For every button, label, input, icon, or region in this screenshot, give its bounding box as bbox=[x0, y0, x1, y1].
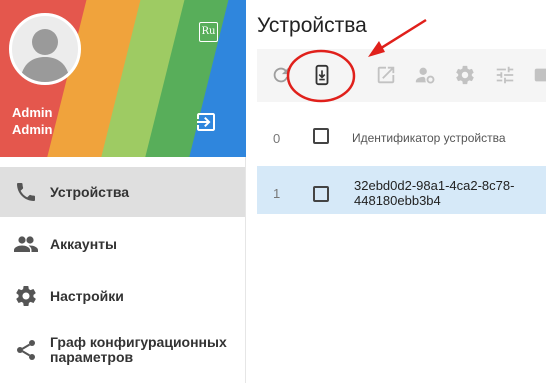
person-settings-button[interactable] bbox=[413, 63, 437, 87]
select-all-checkbox[interactable] bbox=[313, 128, 329, 144]
gear-icon bbox=[456, 65, 474, 85]
profile-header: Admin Admin Ru bbox=[0, 0, 246, 157]
sidebar-item-devices[interactable]: Устройства bbox=[0, 167, 245, 217]
device-id-cell[interactable]: 32ebd0d2-98a1-4ca2-8c78-448180ebb3b4 bbox=[354, 178, 544, 208]
device-download-button[interactable] bbox=[310, 63, 334, 87]
people-icon bbox=[13, 231, 39, 257]
label-button[interactable] bbox=[531, 63, 546, 87]
page-title: Устройства bbox=[257, 14, 367, 37]
row-number: 1 bbox=[273, 186, 281, 201]
sidebar-item-label: Настройки bbox=[50, 287, 124, 304]
sidebar-item-label: Аккаунты bbox=[50, 235, 117, 252]
share-icon bbox=[13, 337, 39, 363]
toolbar bbox=[257, 49, 546, 102]
sidebar: Admin Admin Ru Устройства Аккаунты Настр… bbox=[0, 0, 246, 383]
logout-icon bbox=[197, 113, 215, 131]
refresh-button[interactable] bbox=[269, 63, 293, 87]
sidebar-item-config-graph[interactable]: Граф конфигурационных параметров bbox=[0, 325, 245, 375]
settings-button[interactable] bbox=[453, 63, 477, 87]
logout-button[interactable] bbox=[194, 110, 218, 134]
person-settings-icon bbox=[415, 67, 435, 84]
phone-icon bbox=[13, 179, 39, 205]
header-row-number: 0 bbox=[273, 131, 281, 146]
sidebar-item-accounts[interactable]: Аккаунты bbox=[0, 219, 245, 269]
sidebar-item-label: Граф конфигурационных параметров bbox=[50, 334, 227, 365]
user-first-name: Admin bbox=[12, 105, 53, 120]
open-external-button[interactable] bbox=[374, 63, 398, 87]
tune-icon bbox=[496, 66, 514, 84]
gear-icon bbox=[13, 283, 39, 309]
sidebar-item-label: Устройства bbox=[50, 183, 130, 200]
column-header-device-id[interactable]: Идентификатор устройства bbox=[352, 131, 506, 145]
main-content: Устройства 0 Идентификатор устройства 1 bbox=[247, 0, 546, 383]
open-external-icon bbox=[377, 66, 395, 84]
user-last-name: Admin bbox=[12, 122, 53, 137]
tune-button[interactable] bbox=[493, 63, 517, 87]
row-checkbox[interactable] bbox=[313, 186, 329, 202]
table-row[interactable]: 1 32ebd0d2-98a1-4ca2-8c78-448180ebb3b4 bbox=[257, 166, 546, 214]
sidebar-item-settings[interactable]: Настройки bbox=[0, 271, 245, 321]
label-icon bbox=[534, 68, 546, 82]
table-header: 0 Идентификатор устройства bbox=[257, 113, 546, 162]
device-download-icon bbox=[315, 64, 329, 86]
language-button[interactable]: Ru bbox=[199, 22, 218, 42]
avatar bbox=[9, 13, 81, 85]
refresh-icon bbox=[273, 67, 289, 83]
avatar-person-icon bbox=[20, 29, 70, 82]
